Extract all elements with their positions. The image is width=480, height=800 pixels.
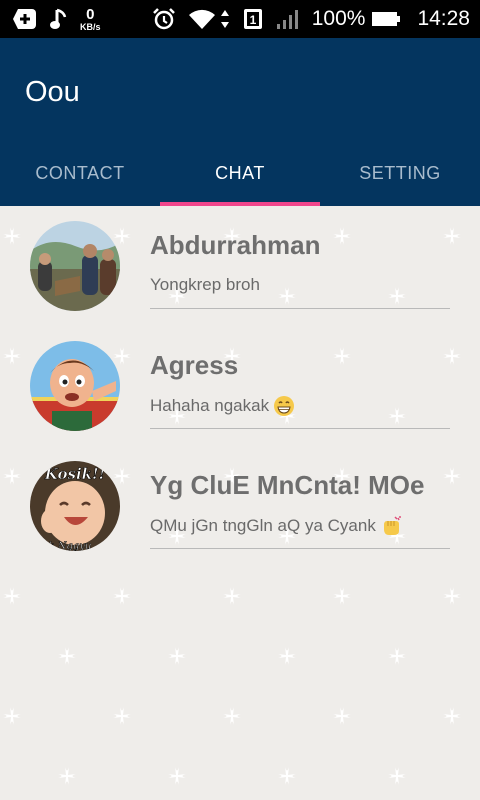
sim-slot-number: 1 — [249, 13, 256, 27]
chat-item-yg-clue[interactable]: Kosik!! k Nggyu Yg CluE MnCnta! MOe QMu … — [0, 446, 480, 566]
background-sparkle — [388, 647, 406, 665]
tab-setting[interactable]: SETTING — [320, 140, 480, 206]
app-title: Oou — [25, 76, 80, 108]
avatar[interactable] — [30, 221, 120, 311]
avatar-caption-bottom: k Nggyu — [49, 541, 92, 551]
background-sparkle — [278, 647, 296, 665]
chat-name: Abdurrahman — [150, 230, 321, 260]
chat-last-message: Yongkrep broh — [150, 275, 260, 295]
wifi-icon — [188, 7, 216, 31]
status-bar: 0 KB/s 1 100% 14:28 — [0, 0, 480, 38]
chat-message-text: QMu jGn tngGln aQ ya Cyank — [150, 516, 376, 535]
sim-icon: 1 — [242, 7, 264, 31]
background-sparkle — [113, 707, 131, 725]
signal-icon — [276, 7, 300, 31]
network-speed-value: 0 — [86, 5, 95, 23]
data-arrows-icon — [220, 7, 230, 31]
background-sparkle — [223, 587, 241, 605]
chat-last-message: QMu jGn tngGln aQ ya Cyank — [150, 515, 402, 537]
tab-contact-label: CONTACT — [35, 162, 125, 183]
avatar[interactable] — [30, 341, 120, 431]
chat-list-container: Abdurrahman Yongkrep broh Agress Hahaha … — [0, 206, 480, 800]
background-sparkle — [333, 587, 351, 605]
add-notification-icon — [12, 7, 38, 31]
alarm-icon — [152, 7, 176, 31]
chat-message-text: Hahaha ngakak — [150, 396, 270, 415]
tab-setting-label: SETTING — [359, 162, 441, 183]
network-speed-unit: KB/s — [80, 21, 101, 32]
chat-last-message: Hahaha ngakak — [150, 395, 295, 417]
network-speed: 0 KB/s — [80, 7, 101, 32]
battery-percent: 100% — [311, 7, 366, 30]
background-sparkle — [58, 647, 76, 665]
background-sparkle — [443, 707, 461, 725]
divider — [150, 308, 450, 309]
avatar-laughing-baby: Kosik!! k Nggyu — [30, 461, 120, 551]
background-sparkle — [168, 647, 186, 665]
divider — [150, 548, 450, 549]
tab-chat[interactable]: CHAT — [160, 140, 320, 206]
battery-icon — [371, 7, 401, 31]
music-note-icon — [50, 7, 68, 31]
clock: 14:28 — [417, 7, 470, 30]
tab-bar: CONTACT CHAT SETTING — [0, 140, 480, 206]
grinning-emoji-icon — [273, 395, 295, 417]
chat-item-agress[interactable]: Agress Hahaha ngakak — [0, 326, 480, 446]
background-sparkle — [388, 767, 406, 785]
chat-name: Agress — [150, 350, 239, 380]
tab-chat-label: CHAT — [215, 162, 265, 183]
avatar[interactable]: Kosik!! k Nggyu — [30, 461, 120, 551]
chat-list: Abdurrahman Yongkrep broh Agress Hahaha … — [0, 206, 480, 566]
app-bar: Oou CONTACT CHAT SETTING — [0, 38, 480, 206]
tab-contact[interactable]: CONTACT — [0, 140, 160, 206]
background-sparkle — [3, 587, 21, 605]
background-sparkle — [333, 707, 351, 725]
background-sparkle — [3, 707, 21, 725]
background-sparkle — [278, 767, 296, 785]
avatar-caption-top: Kosik!! — [44, 465, 105, 483]
background-sparkle — [443, 587, 461, 605]
avatar-group-photo — [30, 221, 120, 311]
chat-name: Yg CluE MnCnta! MOe — [150, 470, 425, 500]
background-sparkle — [223, 707, 241, 725]
background-sparkle — [168, 767, 186, 785]
background-sparkle — [58, 767, 76, 785]
divider — [150, 428, 450, 429]
avatar-cartoon-boy — [30, 341, 120, 431]
chat-item-abdurrahman[interactable]: Abdurrahman Yongkrep broh — [0, 206, 480, 326]
chat-message-text: Yongkrep broh — [150, 275, 260, 294]
background-sparkle — [113, 587, 131, 605]
hand-emoji-icon — [380, 515, 402, 537]
